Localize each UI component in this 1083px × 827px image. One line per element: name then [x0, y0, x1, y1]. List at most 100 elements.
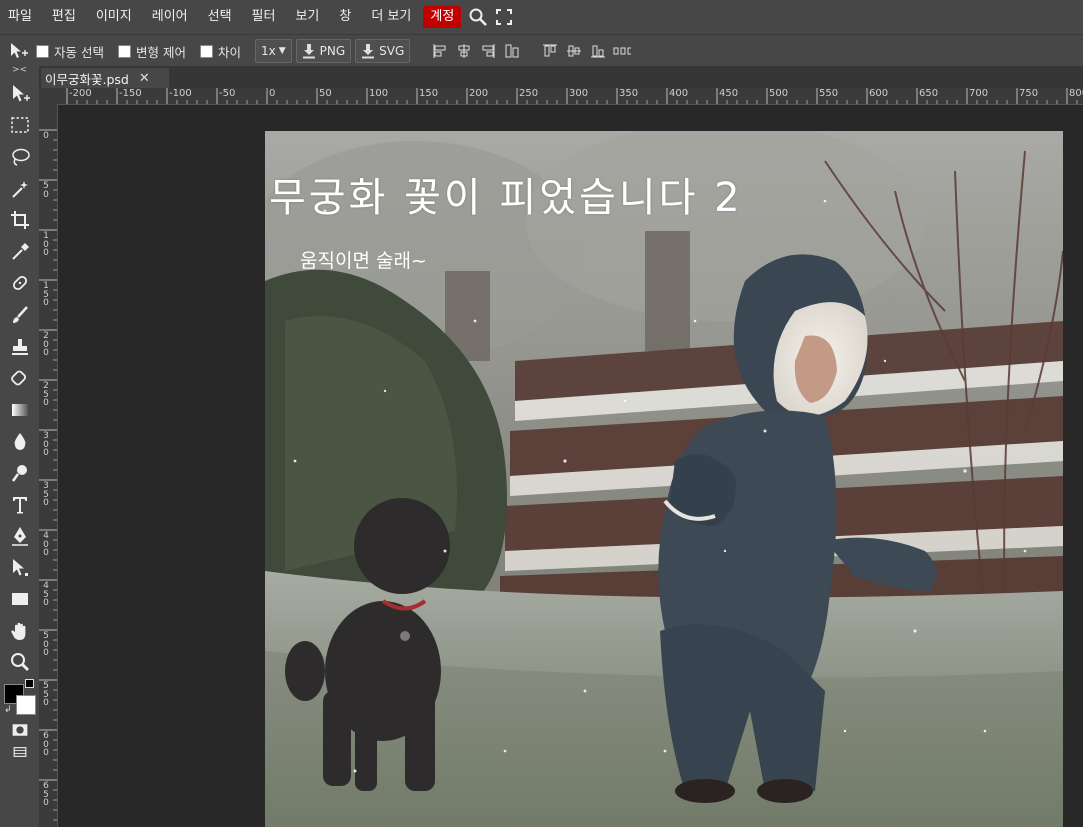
horizontal-ruler[interactable]: -200 -150 -100 -50 0 50 100 150 200 250 300 350 400 4… [57, 88, 1083, 105]
collapse-toolbox-icon[interactable]: >< [0, 66, 39, 78]
canvas-subtitle-text: 움직이면 술래~ [300, 250, 427, 272]
menu-filter[interactable]: 필터 [244, 6, 284, 28]
distance-label: 차이 [217, 44, 241, 60]
healing-tool-icon[interactable] [0, 268, 39, 300]
ruler-label: 800 [1069, 88, 1083, 99]
ruler-label: 700 [969, 88, 989, 99]
document-tab-bar: 이무궁화꽃.psd ✕ [39, 66, 1083, 88]
ruler-label: 5 0 0 [43, 631, 49, 658]
ruler-label: 350 [619, 88, 639, 99]
align-middle-vertical-icon[interactable] [565, 42, 583, 60]
zoom-tool-icon[interactable] [0, 647, 39, 679]
gradient-tool-icon[interactable] [0, 394, 39, 426]
eyedropper-tool-icon[interactable] [0, 236, 39, 268]
download-icon [362, 44, 375, 59]
ruler-label: 1 5 0 [43, 281, 49, 308]
align-right-icon[interactable] [479, 42, 497, 60]
ruler-label: 400 [669, 88, 689, 99]
ruler-label: 5 5 0 [43, 681, 49, 708]
canvas-title-text: 무궁화 꽃이 피었습니다 2 [269, 175, 743, 221]
ruler-label: 200 [469, 88, 489, 99]
export-png-label: PNG [319, 44, 346, 58]
ruler-label: 250 [519, 88, 539, 99]
menu-more[interactable]: 더 보기 [363, 6, 419, 28]
chevron-down-icon: ▼ [278, 46, 286, 56]
pen-tool-icon[interactable] [0, 520, 39, 552]
path-select-tool-icon[interactable] [0, 552, 39, 584]
stamp-tool-icon[interactable] [0, 331, 39, 363]
zoom-select[interactable]: 1x ▼ [254, 39, 292, 63]
hand-tool-icon[interactable] [0, 615, 39, 647]
align-top-icon[interactable] [541, 42, 559, 60]
dodge-tool-icon[interactable] [0, 457, 39, 489]
menu-layer[interactable]: 레이어 [144, 6, 196, 28]
ruler-label: 300 [569, 88, 589, 99]
ruler-label: 4 5 0 [43, 581, 49, 608]
ruler-label: 3 5 0 [43, 481, 49, 508]
export-png-button[interactable]: PNG [295, 39, 352, 63]
menu-edit[interactable]: 편집 [44, 6, 84, 28]
export-svg-button[interactable]: SVG [355, 39, 411, 63]
ruler-label: 450 [719, 88, 739, 99]
move-tool-icon[interactable] [0, 78, 39, 110]
ruler-label: 0 [269, 88, 276, 99]
transform-controls-label: 변형 제어 [135, 44, 186, 60]
crop-tool-icon[interactable] [0, 204, 39, 236]
auto-select-checkbox[interactable]: 자동 선택 [36, 42, 104, 61]
close-icon[interactable]: ✕ [139, 71, 150, 86]
ruler-label: 50 [319, 88, 332, 99]
ruler-label: -50 [219, 88, 236, 99]
ruler-label: 0 [43, 131, 49, 141]
ruler-label: 600 [869, 88, 889, 99]
quick-mask-icon[interactable] [0, 718, 39, 742]
ruler-label: 650 [919, 88, 939, 99]
default-colors-icon[interactable]: ↲ [4, 705, 12, 715]
move-tool-indicator-icon [0, 41, 36, 61]
rectangle-tool-icon[interactable] [0, 584, 39, 616]
blur-tool-icon[interactable] [0, 426, 39, 458]
magic-wand-tool-icon[interactable] [0, 173, 39, 205]
ruler-label: -200 [69, 88, 92, 99]
distribute-horizontal-icon[interactable] [613, 42, 632, 60]
distribute-icon[interactable] [503, 42, 521, 60]
vertical-ruler[interactable]: 0 5 0 1 0 0 1 5 0 2 0 0 2 5 0 3 0 0 3 5 0 4 0 0 4… [39, 104, 58, 827]
ruler-label: 6 0 0 [43, 731, 49, 758]
marquee-tool-icon[interactable] [0, 110, 39, 142]
align-center-horizontal-icon[interactable] [455, 42, 473, 60]
align-bottom-icon[interactable] [589, 42, 607, 60]
toolbox: >< ↲ [0, 66, 40, 827]
menu-file[interactable]: 파일 [0, 6, 40, 28]
search-icon[interactable] [465, 6, 491, 28]
menu-image[interactable]: 이미지 [88, 6, 140, 28]
canvas-photo [265, 131, 1063, 827]
screen-mode-icon[interactable] [0, 742, 39, 762]
document-canvas[interactable]: 무궁화 꽃이 피었습니다 2 움직이면 술래~ [265, 131, 1063, 827]
menu-view[interactable]: 보기 [287, 6, 327, 28]
ruler-label: 150 [419, 88, 439, 99]
export-svg-label: SVG [379, 44, 405, 58]
color-swatches: ↲ [0, 678, 39, 718]
account-button[interactable]: 계정 [423, 6, 462, 28]
menu-select[interactable]: 선택 [200, 6, 240, 28]
type-tool-icon[interactable] [0, 489, 39, 521]
menu-bar: 파일 편집 이미지 레이어 선택 필터 보기 창 더 보기 계정 [0, 0, 1083, 34]
download-icon [302, 44, 315, 59]
background-color-swatch[interactable] [16, 695, 36, 716]
swap-colors-icon[interactable] [25, 679, 34, 689]
eraser-tool-icon[interactable] [0, 362, 39, 394]
transform-controls-checkbox[interactable]: 변형 제어 [117, 42, 186, 61]
zoom-value: 1x [260, 44, 276, 58]
ruler-label: 4 0 0 [43, 531, 49, 558]
options-bar: 자동 선택 변형 제어 차이 1x ▼ PNG SVG [0, 34, 1083, 67]
lasso-tool-icon[interactable] [0, 141, 39, 173]
fullscreen-icon[interactable] [491, 6, 517, 28]
ruler-label: 2 5 0 [43, 381, 49, 408]
distance-checkbox[interactable]: 차이 [199, 42, 241, 61]
menu-window[interactable]: 창 [331, 6, 359, 28]
ruler-label: 1 0 0 [43, 231, 49, 258]
brush-tool-icon[interactable] [0, 299, 39, 331]
ruler-label: -100 [169, 88, 192, 99]
ruler-label: 3 0 0 [43, 431, 49, 458]
document-tab[interactable]: 이무궁화꽃.psd ✕ [41, 68, 169, 88]
align-left-icon[interactable] [431, 42, 449, 60]
